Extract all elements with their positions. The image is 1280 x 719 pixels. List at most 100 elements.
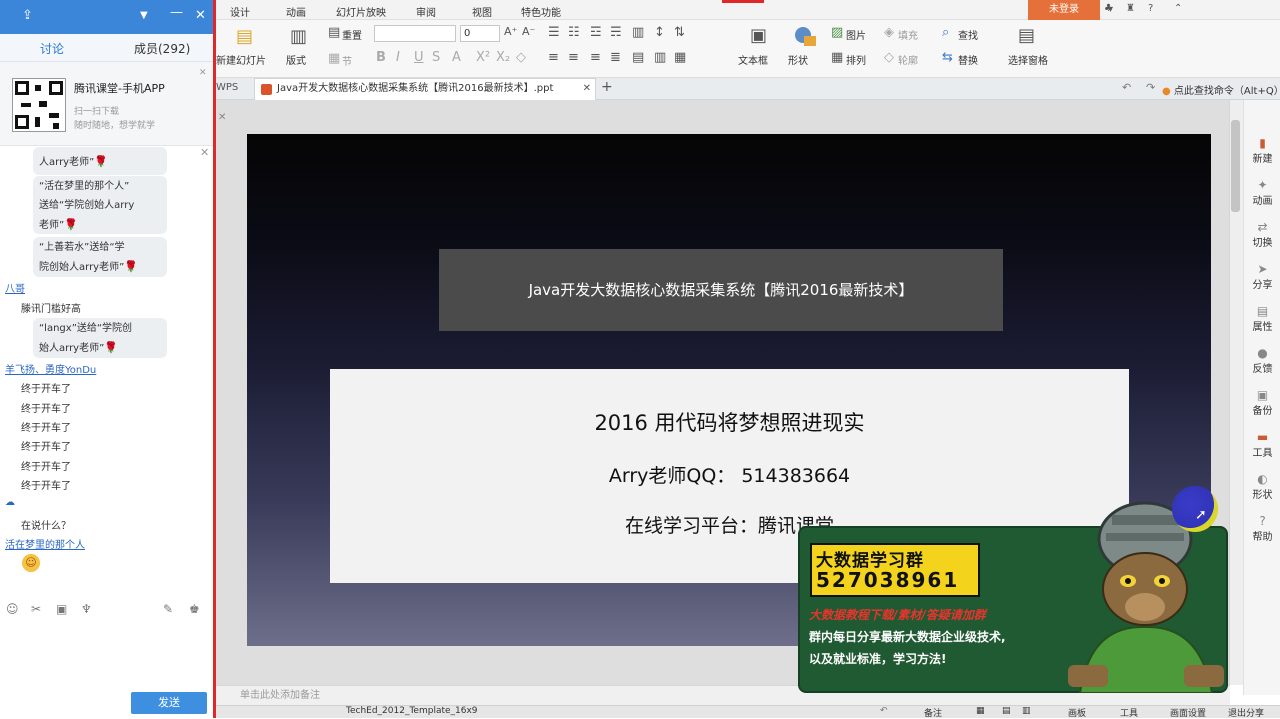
align-left-icon[interactable]: ≡ xyxy=(548,50,559,65)
close-pane-icon[interactable]: ✕ xyxy=(218,112,226,123)
emoji-icon[interactable]: ☺ xyxy=(6,602,19,616)
find-button[interactable]: 查找 xyxy=(958,27,978,42)
align-right-icon[interactable]: ≡ xyxy=(590,50,601,65)
tab-wps[interactable]: WPS xyxy=(216,82,238,93)
sorter-view-icon[interactable]: ▤ xyxy=(1002,706,1011,716)
columns-two-icon[interactable]: ▥ xyxy=(654,50,666,65)
gift-icon[interactable]: ♆ xyxy=(81,602,92,616)
shape-button[interactable]: 形状 xyxy=(788,52,808,67)
command-search[interactable]: ● 点此查找命令（Alt+Q） xyxy=(1162,82,1280,97)
reading-view-icon[interactable]: ▥ xyxy=(1022,706,1031,716)
board-button[interactable]: 画板 xyxy=(1068,706,1086,719)
outdent-icon[interactable]: ☴ xyxy=(610,25,622,40)
exit-share-button[interactable]: 退出分享 xyxy=(1228,706,1264,719)
selection-pane-button[interactable]: 选择窗格 xyxy=(1008,52,1048,67)
subscript-icon[interactable]: X₂ xyxy=(496,50,510,65)
tab-document[interactable]: Java开发大数据核心数据采集系统【腾讯2016最新技术】.ppt ✕ xyxy=(254,78,596,100)
share-icon[interactable]: ⇪ xyxy=(22,8,33,23)
login-button[interactable]: 未登录 xyxy=(1028,0,1100,20)
chat-username[interactable]: 羊飞扬、勇度YonDu xyxy=(5,361,96,376)
close-icon[interactable]: ✕ xyxy=(200,146,209,159)
send-button[interactable]: 发送 xyxy=(131,692,207,714)
new-slide-button[interactable]: 新建幻灯片 xyxy=(216,52,266,67)
indent-icon[interactable]: ☲ xyxy=(590,25,602,40)
edit-icon[interactable]: ✎ xyxy=(163,602,173,616)
chat-username[interactable]: 活在梦里的那个人 xyxy=(5,536,85,551)
tab-members[interactable]: 成员(292) xyxy=(134,40,190,57)
reset-button[interactable]: 重置 xyxy=(342,27,362,42)
sidebar-shape[interactable]: ◐ 形状 xyxy=(1244,472,1280,501)
close-icon[interactable]: ✕ xyxy=(195,8,206,23)
align-text-icon[interactable]: ▦ xyxy=(674,50,686,65)
bullets-icon[interactable]: ☰ xyxy=(548,25,560,40)
toolbox-icon: ▬ xyxy=(1256,430,1269,444)
tab-discussion[interactable]: 讨论 xyxy=(40,40,64,57)
slide-title[interactable]: Java开发大数据核心数据采集系统【腾讯2016最新技术】 xyxy=(439,249,1003,331)
minimize-icon[interactable]: — xyxy=(170,5,183,20)
menu-features[interactable]: 特色功能 xyxy=(521,4,561,19)
fill-button[interactable]: 填充 xyxy=(898,27,918,42)
sidebar-new[interactable]: ▮ 新建 xyxy=(1244,136,1280,165)
collapse-icon[interactable]: ⌃ xyxy=(1174,3,1182,14)
layout-button[interactable]: 版式 xyxy=(286,52,306,67)
shirt-icon[interactable]: ♜ xyxy=(1126,3,1135,14)
sidebar-share[interactable]: ➤ 分享 xyxy=(1244,262,1280,291)
menu-animation[interactable]: 动画 xyxy=(286,4,306,19)
users-icon[interactable]: ♚ xyxy=(189,602,200,616)
replace-button[interactable]: 替换 xyxy=(958,52,978,67)
sidebar-help[interactable]: ? 帮助 xyxy=(1244,514,1280,543)
sidebar-animation[interactable]: ✦ 动画 xyxy=(1244,178,1280,207)
justify-icon[interactable]: ≣ xyxy=(610,50,621,65)
close-icon[interactable]: ✕ xyxy=(199,68,207,78)
numbering-icon[interactable]: ☷ xyxy=(568,25,580,40)
chat-message: 终于开车了 xyxy=(21,384,71,395)
align-center-icon[interactable]: ≡ xyxy=(568,50,579,65)
notes-toggle[interactable]: 备注 xyxy=(924,706,942,719)
sidebar-tools[interactable]: ▬ 工具 xyxy=(1244,430,1280,459)
close-tab-icon[interactable]: ✕ xyxy=(583,79,591,99)
scissors-icon[interactable]: ✂ xyxy=(31,602,41,616)
help-icon[interactable]: ? xyxy=(1148,3,1153,14)
font-name-input[interactable] xyxy=(374,25,456,42)
outline-icon: ◇ xyxy=(884,50,894,65)
skin-icon[interactable]: ♣ xyxy=(1104,3,1113,14)
scrollbar-thumb[interactable] xyxy=(1231,120,1240,212)
strikethrough-icon[interactable]: S xyxy=(432,50,440,65)
menu-slideshow[interactable]: 幻灯片放映 xyxy=(336,4,386,19)
sidebar-properties[interactable]: ▤ 属性 xyxy=(1244,304,1280,333)
picture-button[interactable]: 图片 xyxy=(846,27,866,42)
text-direction-icon[interactable]: ⇅ xyxy=(674,25,685,40)
menu-review[interactable]: 审阅 xyxy=(416,4,436,19)
italic-icon[interactable]: I xyxy=(396,50,400,65)
font-size-input[interactable]: 0 xyxy=(460,25,500,42)
tools-button[interactable]: 工具 xyxy=(1120,706,1138,719)
distribute-icon[interactable]: ▤ xyxy=(632,50,644,65)
font-color-icon[interactable]: A xyxy=(452,50,461,65)
menu-design[interactable]: 设计 xyxy=(230,4,250,19)
font-shrink-icon[interactable]: A⁻ xyxy=(522,25,535,38)
chevron-down-icon[interactable]: ▼ xyxy=(140,10,148,21)
undo-icon[interactable]: ↶ xyxy=(1122,81,1131,94)
font-grow-icon[interactable]: A⁺ xyxy=(504,25,517,38)
add-tab-icon[interactable]: + xyxy=(601,79,613,95)
line-spacing-icon[interactable]: ↕ xyxy=(654,25,665,40)
sidebar-transition[interactable]: ⇄ 切换 xyxy=(1244,220,1280,249)
clear-format-icon[interactable]: ◇ xyxy=(516,50,526,65)
menu-view[interactable]: 视图 xyxy=(472,4,492,19)
section-button[interactable]: 节 xyxy=(342,53,352,68)
columns-icon[interactable]: ▥ xyxy=(632,25,644,40)
outline-button[interactable]: 轮廓 xyxy=(898,52,918,67)
chat-username[interactable]: 八哥 xyxy=(5,280,25,295)
redo-icon[interactable]: ↷ xyxy=(1146,81,1155,94)
arrange-button[interactable]: 排列 xyxy=(846,52,866,67)
sidebar-feedback[interactable]: ● 反馈 xyxy=(1244,346,1280,375)
textbox-button[interactable]: 文本框 xyxy=(738,52,768,67)
sidebar-backup[interactable]: ▣ 备份 xyxy=(1244,388,1280,417)
underline-icon[interactable]: U xyxy=(414,50,424,65)
screen-settings-button[interactable]: 画面设置 xyxy=(1170,706,1206,719)
image-icon[interactable]: ▣ xyxy=(56,602,67,616)
bold-icon[interactable]: B xyxy=(376,50,386,65)
undo-icon[interactable]: ↶ xyxy=(880,706,888,716)
superscript-icon[interactable]: X² xyxy=(476,50,490,65)
normal-view-icon[interactable]: ▦ xyxy=(976,706,985,716)
